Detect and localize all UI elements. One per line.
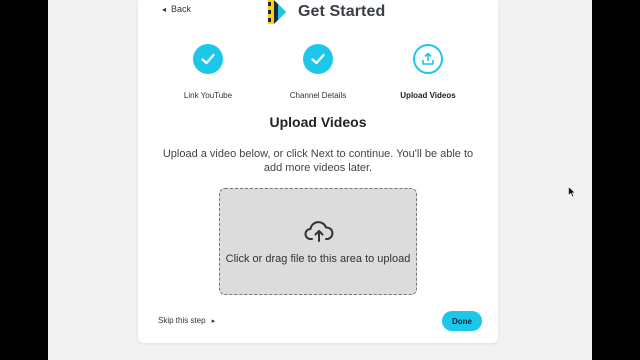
section-description: Upload a video below, or click Next to c… (162, 148, 474, 174)
right-backdrop (592, 0, 640, 360)
file-upload-dropzone[interactable]: Click or drag file to this area to uploa… (219, 188, 417, 295)
step-upload-videos: Upload Videos (383, 44, 473, 100)
step-current-indicator (413, 44, 443, 74)
left-backdrop (0, 0, 48, 360)
page-title: Get Started (298, 3, 386, 20)
chevron-right-icon: ▸ (211, 317, 216, 325)
brand: Get Started (266, 0, 385, 24)
step-complete-indicator (193, 44, 223, 74)
back-label: Back (171, 4, 192, 14)
mouse-cursor-icon (568, 186, 576, 198)
step-label: Link YouTube (183, 91, 233, 100)
dropzone-text: Click or drag file to this area to uploa… (225, 253, 411, 265)
step-label: Channel Details (289, 91, 347, 100)
check-icon (201, 53, 215, 65)
onboarding-card: ◂ Back Get Started Link YouTube Channel … (138, 0, 498, 343)
back-link[interactable]: ◂ Back (162, 4, 191, 14)
skip-label: Skip this step (158, 316, 206, 325)
skip-step-link[interactable]: Skip this step ▸ (158, 316, 215, 325)
step-label: Upload Videos (400, 91, 456, 100)
cloud-upload-icon (304, 221, 334, 242)
step-channel-details: Channel Details (273, 44, 363, 100)
upload-icon (422, 52, 434, 65)
done-button[interactable]: Done (442, 311, 482, 331)
step-complete-indicator (303, 44, 333, 74)
check-icon (311, 53, 325, 65)
chevron-left-icon: ◂ (162, 4, 167, 14)
section-heading: Upload Videos (269, 114, 367, 130)
step-link-youtube: Link YouTube (163, 44, 253, 100)
brand-logo (268, 0, 286, 24)
